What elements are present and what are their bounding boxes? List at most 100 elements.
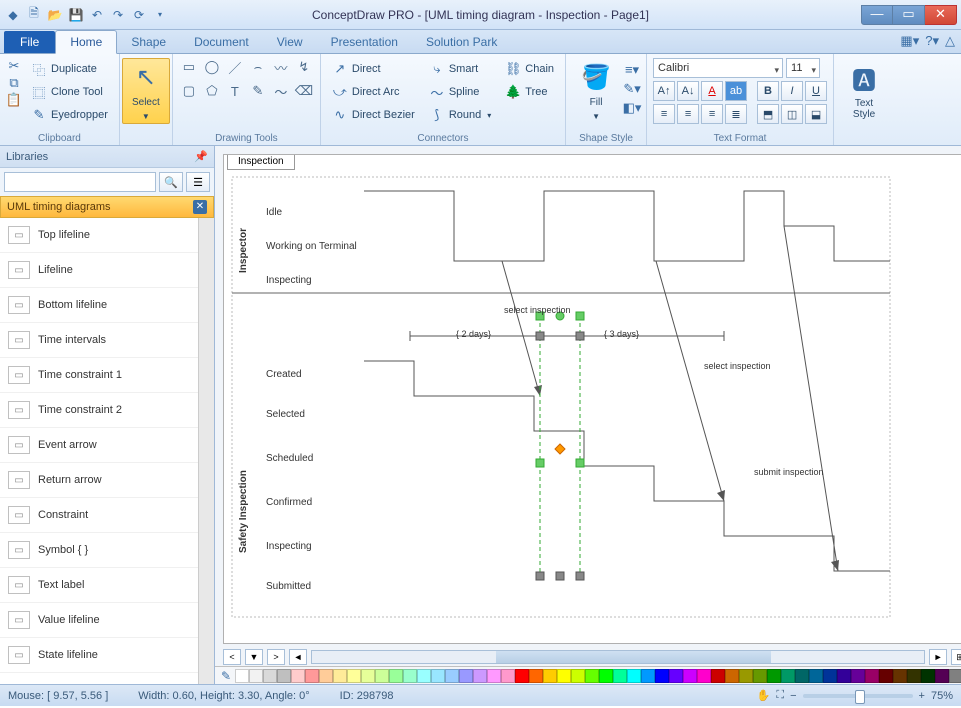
color-swatch[interactable] bbox=[781, 669, 795, 683]
color-swatch[interactable] bbox=[711, 669, 725, 683]
direct-bezier-button[interactable]: ∿Direct Bezier bbox=[327, 104, 420, 126]
pan-icon[interactable]: ✋ bbox=[757, 689, 771, 702]
library-item[interactable]: ▭Return arrow bbox=[0, 463, 198, 498]
search-options-button[interactable]: ☰ bbox=[186, 172, 210, 192]
color-swatch[interactable] bbox=[935, 669, 949, 683]
library-item[interactable]: ▭State lifeline bbox=[0, 638, 198, 673]
align-right-icon[interactable]: ≡ bbox=[701, 104, 723, 124]
color-swatch[interactable] bbox=[431, 669, 445, 683]
close-library-icon[interactable]: ✕ bbox=[193, 200, 207, 214]
copy-icon[interactable]: ⧉ bbox=[6, 75, 22, 91]
color-swatch[interactable] bbox=[641, 669, 655, 683]
color-swatch[interactable] bbox=[753, 669, 767, 683]
color-swatch[interactable] bbox=[389, 669, 403, 683]
highlight-icon[interactable]: ab bbox=[725, 81, 747, 101]
font-size-combo[interactable]: 11 bbox=[786, 58, 820, 78]
color-swatch[interactable] bbox=[865, 669, 879, 683]
color-swatch[interactable] bbox=[823, 669, 837, 683]
tab-solution-park[interactable]: Solution Park bbox=[412, 31, 511, 53]
font-grow-icon[interactable]: A↑ bbox=[653, 81, 675, 101]
italic-button[interactable]: I bbox=[781, 81, 803, 101]
shape-erase-icon[interactable]: ⌫ bbox=[294, 82, 314, 100]
color-swatch[interactable] bbox=[529, 669, 543, 683]
tab-shape[interactable]: Shape bbox=[117, 31, 180, 53]
search-button[interactable]: 🔍 bbox=[159, 172, 183, 192]
page-add-button[interactable]: ⊞ bbox=[951, 649, 961, 665]
color-swatch[interactable] bbox=[697, 669, 711, 683]
qat-refresh-icon[interactable]: ⟳ bbox=[130, 6, 148, 24]
color-swatch[interactable] bbox=[739, 669, 753, 683]
color-swatch[interactable] bbox=[725, 669, 739, 683]
fill-button[interactable]: 🪣 Fill▼ bbox=[572, 58, 620, 124]
color-swatch[interactable] bbox=[319, 669, 333, 683]
spline-button[interactable]: 〜Spline bbox=[424, 81, 496, 103]
color-swatch[interactable] bbox=[473, 669, 487, 683]
paste-icon[interactable]: 📋 bbox=[6, 92, 22, 108]
color-swatch[interactable] bbox=[767, 669, 781, 683]
ribbon-collapse-icon[interactable]: △ bbox=[945, 33, 955, 49]
page-prev-button[interactable]: < bbox=[223, 649, 241, 665]
color-swatch[interactable] bbox=[907, 669, 921, 683]
shape-arc-icon[interactable]: ⌢ bbox=[248, 58, 268, 76]
page-tab[interactable]: Inspection bbox=[227, 154, 295, 170]
color-swatch[interactable] bbox=[613, 669, 627, 683]
align-center-icon[interactable]: ≡ bbox=[677, 104, 699, 124]
shape-brush-icon[interactable]: 〜 bbox=[271, 82, 291, 100]
color-swatch[interactable] bbox=[921, 669, 935, 683]
color-swatch[interactable] bbox=[683, 669, 697, 683]
qat-redo-icon[interactable]: ↷ bbox=[109, 6, 127, 24]
color-swatch[interactable] bbox=[669, 669, 683, 683]
select-button[interactable]: ↖ Select ▼ bbox=[122, 58, 170, 124]
library-item[interactable]: ▭Time constraint 2 bbox=[0, 393, 198, 428]
line-color-icon[interactable]: ✎▾ bbox=[624, 81, 640, 97]
canvas[interactable]: Inspection bbox=[223, 154, 961, 644]
valign-top-icon[interactable]: ⬒ bbox=[757, 104, 779, 124]
page-menu-button[interactable]: ▼ bbox=[245, 649, 263, 665]
direct-button[interactable]: ↗Direct bbox=[327, 58, 420, 80]
tree-button[interactable]: 🌲Tree bbox=[500, 81, 559, 103]
color-swatch[interactable] bbox=[571, 669, 585, 683]
library-item[interactable]: ▭Top lifeline bbox=[0, 218, 198, 253]
valign-bot-icon[interactable]: ⬓ bbox=[805, 104, 827, 124]
fit-icon[interactable]: ⛶ bbox=[776, 689, 784, 702]
ribbon-help-icon[interactable]: ?▾ bbox=[925, 33, 939, 49]
round-button[interactable]: ⟆Round▾ bbox=[424, 104, 496, 126]
zoom-slider[interactable] bbox=[803, 694, 913, 698]
tab-view[interactable]: View bbox=[263, 31, 317, 53]
chain-button[interactable]: ⛓Chain bbox=[500, 58, 559, 80]
zoom-in-button[interactable]: + bbox=[919, 690, 925, 702]
zoom-out-button[interactable]: − bbox=[790, 690, 796, 702]
align-left-icon[interactable]: ≡ bbox=[653, 104, 675, 124]
color-swatch[interactable] bbox=[851, 669, 865, 683]
qat-undo-icon[interactable]: ↶ bbox=[88, 6, 106, 24]
color-swatch[interactable] bbox=[263, 669, 277, 683]
hscroll-left[interactable]: ◄ bbox=[289, 649, 307, 665]
color-swatch[interactable] bbox=[333, 669, 347, 683]
color-swatch[interactable] bbox=[557, 669, 571, 683]
color-swatch[interactable] bbox=[277, 669, 291, 683]
shape-curve-icon[interactable]: 〰 bbox=[271, 58, 291, 76]
minimize-button[interactable]: — bbox=[861, 5, 893, 25]
shape-polygon-icon[interactable]: ⬠ bbox=[202, 82, 222, 100]
shape-rounded-icon[interactable]: ▢ bbox=[179, 82, 199, 100]
color-swatch[interactable] bbox=[543, 669, 557, 683]
color-swatch[interactable] bbox=[417, 669, 431, 683]
smart-button[interactable]: ⤷Smart bbox=[424, 58, 496, 80]
palette-picker-icon[interactable]: ✎ bbox=[221, 669, 231, 683]
ribbon-layout-icon[interactable]: ▦▾ bbox=[900, 33, 919, 49]
shape-polyline-icon[interactable]: ↯ bbox=[294, 58, 314, 76]
color-swatch[interactable] bbox=[347, 669, 361, 683]
library-item[interactable]: ▭Constraint bbox=[0, 498, 198, 533]
color-swatch[interactable] bbox=[893, 669, 907, 683]
valign-mid-icon[interactable]: ◫ bbox=[781, 104, 803, 124]
color-swatch[interactable] bbox=[795, 669, 809, 683]
color-swatch[interactable] bbox=[879, 669, 893, 683]
color-swatch[interactable] bbox=[291, 669, 305, 683]
font-color-icon[interactable]: A bbox=[701, 81, 723, 101]
tab-document[interactable]: Document bbox=[180, 31, 263, 53]
library-scrollbar[interactable] bbox=[198, 218, 214, 684]
library-category[interactable]: UML timing diagrams ✕ bbox=[0, 196, 214, 218]
file-tab[interactable]: File bbox=[4, 31, 55, 53]
shape-line-icon[interactable]: ／ bbox=[225, 58, 245, 76]
shape-text-icon[interactable]: T bbox=[225, 82, 245, 100]
